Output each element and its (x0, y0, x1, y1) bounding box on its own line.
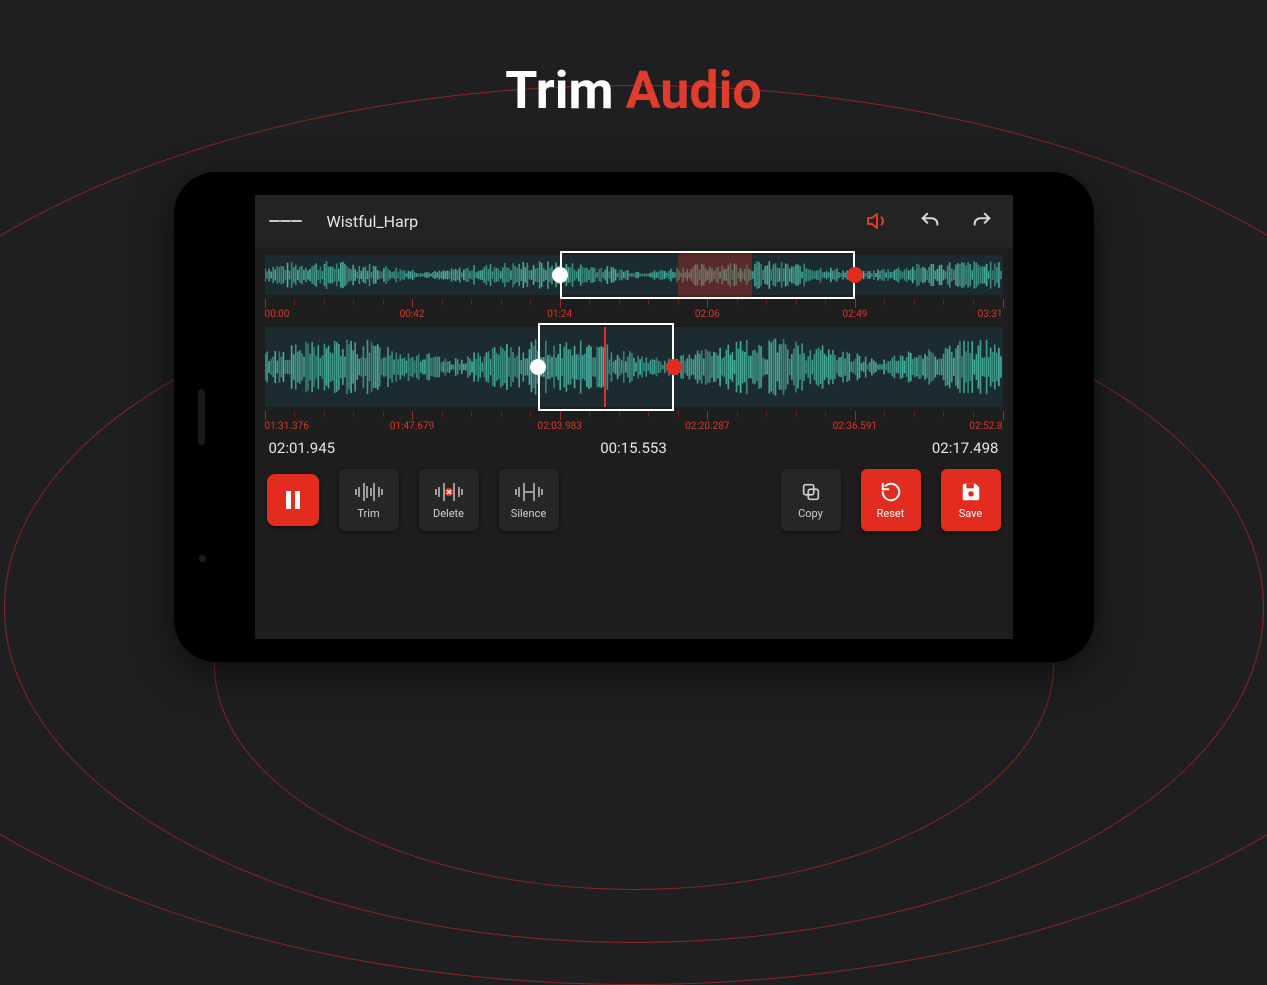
track-title: Wistful_Harp (327, 212, 419, 231)
save-button[interactable]: Save (941, 469, 1001, 531)
tick-label: 01:47.679 (390, 421, 434, 432)
action-bar: Trim Delete (255, 461, 1013, 545)
app-screen: Wistful_Harp (255, 195, 1013, 639)
save-label: Save (959, 507, 983, 520)
volume-icon[interactable] (861, 204, 895, 238)
copy-label: Copy (798, 507, 823, 520)
phone-camera (199, 555, 206, 562)
copy-icon (800, 481, 822, 503)
trim-icon (354, 481, 384, 503)
tick-label: 00:42 (400, 309, 425, 320)
app-toolbar: Wistful_Harp (255, 195, 1013, 247)
title-word-1: Trim (505, 60, 613, 121)
tick-label: 02:03.983 (537, 421, 581, 432)
tick-label: 02:20.287 (685, 421, 729, 432)
title-word-2: Audio (626, 60, 762, 121)
reset-button[interactable]: Reset (861, 469, 921, 531)
delete-icon (434, 481, 464, 503)
save-icon (960, 481, 982, 503)
trim-button[interactable]: Trim (339, 469, 399, 531)
tick-label: 01:31.376 (265, 421, 309, 432)
tick-label: 02:06 (695, 309, 720, 320)
zoom-handle-end[interactable] (666, 359, 682, 375)
menu-icon[interactable] (269, 204, 303, 238)
silence-label: Silence (511, 507, 546, 520)
phone-speaker (198, 389, 205, 445)
tick-label: 00:00 (265, 309, 290, 320)
silence-button[interactable]: Silence (499, 469, 559, 531)
zoom-handle-start[interactable] (530, 359, 546, 375)
time-duration: 00:15.553 (600, 439, 667, 457)
tick-label: 02:49 (842, 309, 867, 320)
redo-icon[interactable] (965, 204, 999, 238)
overview-selection[interactable] (560, 251, 855, 299)
playhead[interactable] (604, 327, 606, 407)
trim-label: Trim (357, 507, 379, 520)
overview-waveform[interactable] (265, 255, 1003, 295)
copy-button[interactable]: Copy (781, 469, 841, 531)
overview-handle-end[interactable] (847, 267, 863, 283)
reset-label: Reset (877, 507, 905, 520)
phone-frame: Wistful_Harp (174, 172, 1094, 662)
overview-timeline-ticks: 00:00 00:42 01:24 02:06 02:49 03:31 (265, 299, 1003, 325)
overview-handle-start[interactable] (552, 267, 568, 283)
time-start: 02:01.945 (269, 439, 336, 457)
zoom-waveform[interactable] (265, 327, 1003, 407)
overview-track-block: 00:00 00:42 01:24 02:06 02:49 03:31 (255, 247, 1013, 325)
time-end: 02:17.498 (932, 439, 999, 457)
tick-label: 02:36.591 (833, 421, 877, 432)
zoom-track-block: 01:31.376 01:47.679 02:03.983 02:20.287 02:3… (255, 325, 1013, 437)
reset-icon (880, 481, 902, 503)
silence-icon (514, 481, 544, 503)
undo-icon[interactable] (913, 204, 947, 238)
time-readout: 02:01.945 00:15.553 02:17.498 (255, 437, 1013, 461)
tick-label: 02:52.8 (969, 421, 1002, 432)
zoom-timeline-ticks: 01:31.376 01:47.679 02:03.983 02:20.287 02:3… (265, 411, 1003, 437)
tick-label: 03:31 (978, 309, 1003, 320)
pause-button[interactable] (267, 474, 319, 526)
delete-button[interactable]: Delete (419, 469, 479, 531)
delete-label: Delete (433, 507, 464, 520)
page-title: TrimAudio (505, 60, 762, 121)
pause-icon (285, 489, 301, 511)
tick-label: 01:24 (547, 309, 572, 320)
